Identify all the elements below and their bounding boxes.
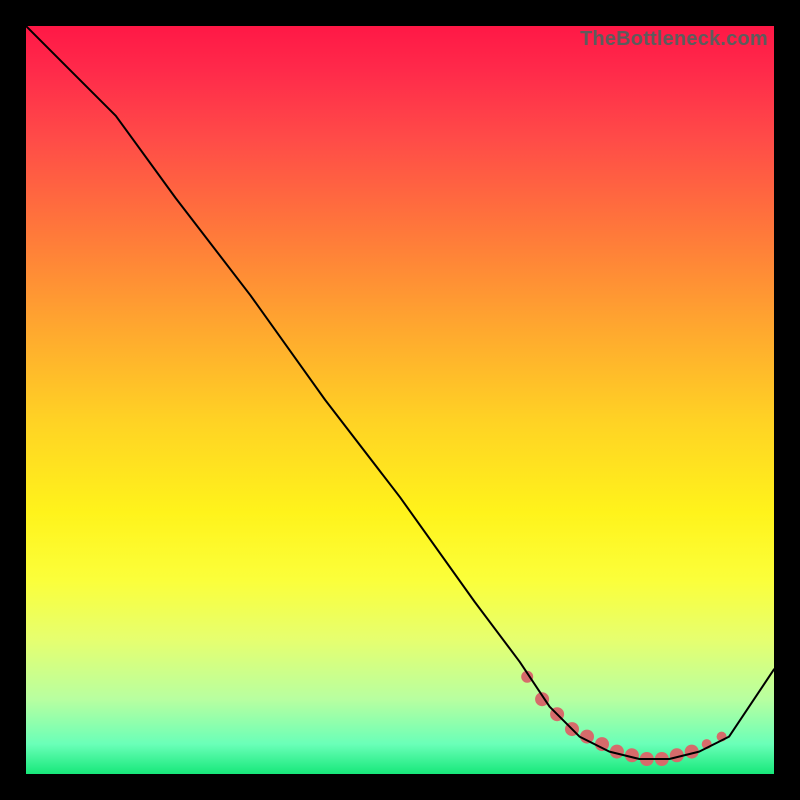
- chart-frame: TheBottleneck.com: [20, 20, 780, 780]
- marker-dot: [580, 730, 594, 744]
- bottleneck-curve: [26, 26, 774, 759]
- chart-plot-area: TheBottleneck.com: [26, 26, 774, 774]
- chart-svg: [26, 26, 774, 774]
